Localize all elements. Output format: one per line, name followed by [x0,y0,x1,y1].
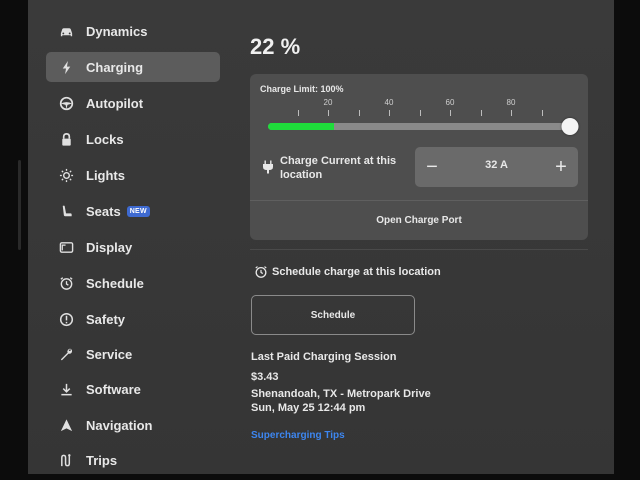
sidebar-item-label: Service [86,346,133,362]
scale-tick [481,110,482,116]
alert-circle-icon [58,311,74,327]
charge-current-stepper: − 32 A + [415,147,578,187]
sidebar-item-label: Charging [86,59,144,75]
settings-screen: Dynamics Charging Autopilot Locks Lights… [28,0,614,474]
alarm-clock-icon [254,265,268,279]
battery-level-fill [268,123,334,130]
screen-bezel-right [614,0,640,480]
section-divider [250,249,588,250]
increase-current-button[interactable]: + [544,147,578,187]
sidebar-item-label: Navigation [86,417,153,433]
screen-bezel-bottom [0,474,640,480]
sidebar-item-navigation[interactable]: Navigation [46,410,220,440]
plug-icon [262,160,274,174]
open-charge-port-button[interactable]: Open Charge Port [250,201,588,240]
scale-label: 40 [384,98,394,107]
bolt-icon [58,59,74,75]
settings-sidebar: Dynamics Charging Autopilot Locks Lights… [28,0,228,474]
steering-wheel-icon [58,95,74,111]
wrench-icon [58,346,74,362]
scale-tick [420,110,421,116]
scale-label: 60 [445,98,455,107]
sun-icon [58,167,74,183]
sidebar-item-trips[interactable]: Trips [46,445,220,474]
sidebar-item-seats[interactable]: Seats NEW [46,196,220,226]
last-session-amount: $3.43 [251,371,279,383]
scale-label: 20 [323,98,333,107]
sidebar-item-label: Lights [86,167,125,183]
last-session-location: Shenandoah, TX - Metropark Drive [251,388,431,400]
sidebar-item-label: Autopilot [86,95,144,111]
scale-tick [511,110,512,116]
schedule-heading: Schedule charge at this location [254,265,441,279]
schedule-heading-text: Schedule charge at this location [272,266,441,278]
scale-label: 80 [506,98,516,107]
sidebar-item-label: Trips [86,452,118,468]
sidebar-item-locks[interactable]: Locks [46,124,220,154]
charge-current-value: 32 A [485,159,508,171]
bezel-notch [18,160,21,250]
sidebar-item-label: Display [86,239,133,255]
sidebar-item-charging[interactable]: Charging [46,52,220,82]
lock-icon [58,131,74,147]
decrease-current-button[interactable]: − [415,147,449,187]
sidebar-item-label: Seats [86,203,121,219]
sidebar-item-label: Locks [86,131,124,147]
scale-tick [328,110,329,116]
display-icon [58,239,74,255]
sidebar-item-label: Safety [86,311,126,327]
charging-panel: 22 % Charge Limit: 100% 20 40 60 80 Char… [250,0,600,474]
charge-limit-label: Charge Limit: 100% [260,84,344,94]
last-session-title: Last Paid Charging Session [251,351,397,363]
sidebar-item-display[interactable]: Display [46,232,220,262]
scale-tick [298,110,299,116]
sidebar-item-lights[interactable]: Lights [46,160,220,190]
scale-tick [389,110,390,116]
sidebar-item-software[interactable]: Software [46,374,220,404]
sidebar-item-label: Dynamics [86,23,148,39]
download-icon [58,381,74,397]
alarm-clock-icon [58,275,74,291]
trips-icon [58,452,74,468]
sidebar-item-label: Schedule [86,275,144,291]
charge-settings-card: Charge Limit: 100% 20 40 60 80 Charge Cu… [250,74,588,240]
last-session-date: Sun, May 25 12:44 pm [251,402,366,414]
sidebar-item-safety[interactable]: Safety [46,304,220,334]
sidebar-item-dynamics[interactable]: Dynamics [46,16,220,46]
sidebar-item-service[interactable]: Service [46,339,220,369]
scale-tick [450,110,451,116]
car-icon [58,23,74,39]
seat-icon [58,203,74,219]
battery-percent: 22 % [250,34,301,59]
scale-tick [359,110,360,116]
supercharging-tips-link[interactable]: Supercharging Tips [251,430,345,441]
sidebar-item-schedule[interactable]: Schedule [46,268,220,298]
navigation-arrow-icon [58,417,74,433]
charge-limit-slider-thumb[interactable] [561,118,579,135]
sidebar-item-autopilot[interactable]: Autopilot [46,88,220,118]
sidebar-item-label: Software [86,381,141,397]
schedule-button[interactable]: Schedule [251,295,415,335]
screen-bezel-left [0,0,28,480]
new-badge: NEW [126,205,150,217]
scale-tick [542,110,543,116]
charge-current-label: Charge Current at this location [280,155,397,181]
